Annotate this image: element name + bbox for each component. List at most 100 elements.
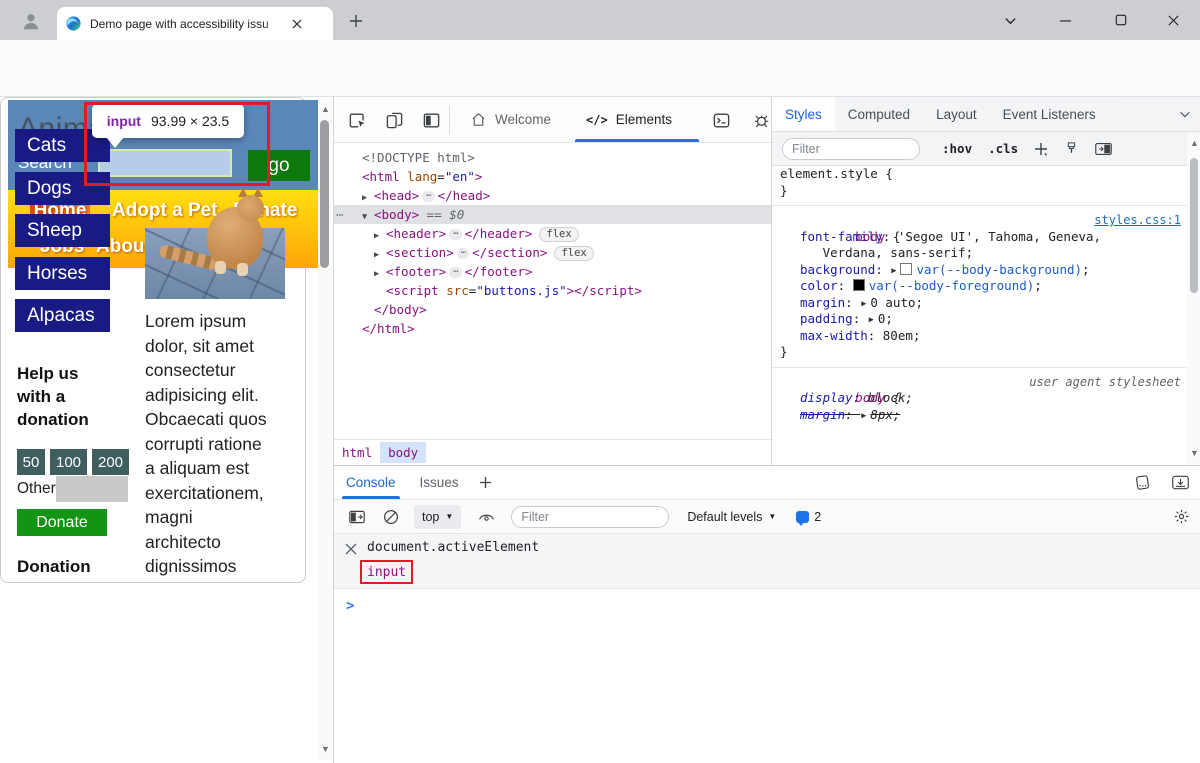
- context-selector[interactable]: top ▼: [414, 505, 461, 529]
- tab-console[interactable]: Console: [334, 466, 408, 499]
- tree-node[interactable]: ▶<section>⋯</section>flex: [334, 243, 771, 262]
- cat-head: [237, 195, 264, 221]
- remove-expression-icon[interactable]: [342, 540, 360, 558]
- element-class-toggle[interactable]: .cls: [988, 141, 1018, 156]
- animal-button-sheep[interactable]: Sheep: [15, 214, 110, 247]
- scroll-up-icon[interactable]: ▲: [1190, 139, 1199, 148]
- new-style-rule-icon[interactable]: [1034, 142, 1048, 156]
- annotation-red-box-tooltip: [84, 102, 270, 186]
- console-filter-row: top ▼ Filter Default levels ▼ 2: [334, 500, 1200, 534]
- styles-scrollbar[interactable]: ▲ ▼: [1187, 133, 1200, 465]
- animal-button-alpacas[interactable]: Alpacas: [15, 299, 110, 332]
- css-property[interactable]: margin: ▶0 auto;: [772, 295, 1187, 312]
- computed-sidebar-toggle-icon[interactable]: [1095, 142, 1112, 156]
- tab-computed[interactable]: Computed: [835, 97, 923, 131]
- scroll-down-icon[interactable]: ▼: [321, 745, 330, 754]
- add-drawer-tab-icon[interactable]: [471, 476, 501, 489]
- chevron-down-icon: ▼: [445, 512, 453, 521]
- console-result-annotated[interactable]: input: [360, 560, 413, 584]
- tab-styles[interactable]: Styles: [772, 97, 835, 131]
- css-property[interactable]: padding: ▶0;: [772, 311, 1187, 328]
- tree-node[interactable]: <script src="buttons.js"></script>: [334, 281, 771, 300]
- breadcrumb-body[interactable]: body: [380, 442, 426, 463]
- scroll-down-icon[interactable]: ▼: [1190, 449, 1199, 458]
- body-rule-close[interactable]: }: [772, 344, 1187, 361]
- css-property[interactable]: color: var(--body-foreground);: [772, 278, 1187, 295]
- chevron-down-icon[interactable]: [1170, 97, 1200, 131]
- page-scrollbar[interactable]: ▲ ▼: [318, 100, 332, 760]
- amount-button-200[interactable]: 200: [92, 449, 129, 475]
- element-style-close[interactable]: }: [772, 183, 1187, 200]
- styles-scrollbar-thumb[interactable]: [1190, 158, 1198, 293]
- rendering-brush-icon[interactable]: [1064, 141, 1079, 156]
- tab-elements[interactable]: </> Elements: [574, 97, 684, 142]
- console-filter-input[interactable]: Filter: [511, 506, 669, 528]
- window-maximize-button[interactable]: [1108, 9, 1134, 31]
- rule-separator: [772, 205, 1187, 206]
- stylesheet-source-link[interactable]: styles.css:1: [1094, 212, 1181, 229]
- amount-button-100[interactable]: 100: [50, 449, 87, 475]
- tree-node[interactable]: ▶<header>⋯</header>flex: [334, 224, 771, 243]
- other-amount-label: Other: [17, 480, 56, 498]
- tab-strip: Demo page with accessibility issu: [0, 0, 1200, 40]
- window-minimize-button[interactable]: [1052, 9, 1078, 31]
- tree-node[interactable]: ▶<head>⋯</head>: [334, 186, 771, 205]
- tab-welcome[interactable]: Welcome: [460, 97, 561, 142]
- profile-avatar[interactable]: [14, 6, 48, 36]
- styles-rules[interactable]: element.style { } body { styles.css:1 fo…: [772, 166, 1187, 465]
- expand-drawer-icon[interactable]: [1160, 475, 1200, 490]
- tree-node[interactable]: <!DOCTYPE html>: [334, 148, 771, 167]
- default-levels-label: Default levels: [687, 510, 762, 524]
- console-sidebar-icon[interactable]: [344, 510, 370, 524]
- styles-filter-row: Filter :hov .cls: [772, 132, 1200, 166]
- animal-button-horses[interactable]: Horses: [15, 257, 110, 290]
- tab-search-chevron-icon[interactable]: [998, 9, 1022, 31]
- tab-elements-label: Elements: [616, 112, 672, 127]
- clear-console-icon[interactable]: [378, 509, 404, 525]
- live-expression-eye-icon[interactable]: [473, 510, 499, 524]
- node-more-icon[interactable]: ⋯: [336, 205, 343, 224]
- context-selector-value: top: [422, 510, 439, 524]
- default-levels-dropdown[interactable]: Default levels ▼: [687, 510, 776, 524]
- inspect-element-icon[interactable]: [344, 108, 370, 132]
- element-style-open[interactable]: element.style {: [772, 166, 1187, 183]
- tab-close-icon[interactable]: [292, 19, 302, 29]
- other-amount-input[interactable]: [56, 476, 128, 502]
- tree-node[interactable]: ▶<footer>⋯</footer>: [334, 262, 771, 281]
- code-icon: </>: [586, 113, 608, 127]
- body-rule-selector[interactable]: body { styles.css:1: [772, 212, 1187, 229]
- console-expression[interactable]: document.activeElement: [367, 540, 539, 555]
- styles-filter-input[interactable]: Filter: [782, 138, 920, 160]
- console-prompt-chevron[interactable]: >: [346, 598, 354, 614]
- tab-welcome-label: Welcome: [495, 112, 551, 127]
- console-settings-gear-icon[interactable]: [1162, 508, 1200, 525]
- tree-node[interactable]: </body>: [334, 300, 771, 319]
- tree-node[interactable]: <html lang="en">: [334, 167, 771, 186]
- tab-issues[interactable]: Issues: [408, 466, 471, 499]
- customize-toolbar-icon[interactable]: [1124, 475, 1160, 490]
- new-tab-button[interactable]: [345, 10, 367, 32]
- pseudo-state-toggle[interactable]: :hov: [942, 141, 972, 156]
- console-result-input[interactable]: input: [367, 565, 406, 580]
- amount-button-50[interactable]: 50: [17, 449, 45, 475]
- message-count-badge[interactable]: 2: [796, 510, 821, 524]
- dock-side-icon[interactable]: [418, 108, 444, 132]
- drawer-tab-bar: Console Issues: [334, 466, 1200, 500]
- browser-tab[interactable]: Demo page with accessibility issu: [57, 7, 333, 40]
- tab-layout[interactable]: Layout: [923, 97, 990, 131]
- window-close-button[interactable]: [1160, 9, 1186, 31]
- home-icon: [470, 111, 487, 128]
- page-scrollbar-thumb[interactable]: [320, 120, 329, 268]
- donate-button[interactable]: Donate: [17, 509, 107, 536]
- ua-rule-selector[interactable]: body { user agent stylesheet: [772, 374, 1187, 391]
- elements-tree[interactable]: <!DOCTYPE html><html lang="en">▶<head>⋯<…: [334, 143, 771, 439]
- device-emulation-icon[interactable]: [381, 108, 407, 132]
- css-property[interactable]: max-width: 80em;: [772, 328, 1187, 345]
- console-icon[interactable]: [708, 108, 734, 132]
- tree-node[interactable]: </html>: [334, 319, 771, 338]
- tab-event-listeners[interactable]: Event Listeners: [990, 97, 1109, 131]
- devtools-panel: Welcome </> Elements: [333, 97, 1200, 763]
- breadcrumb-html[interactable]: html: [334, 442, 380, 463]
- tree-node-selected[interactable]: ⋯▼<body> == $0: [334, 205, 771, 224]
- scroll-up-icon[interactable]: ▲: [321, 105, 330, 114]
